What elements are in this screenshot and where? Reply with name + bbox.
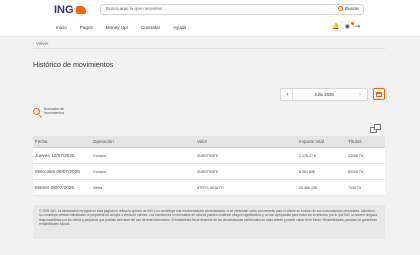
cell-operation: Compra <box>93 170 106 174</box>
col-titulos[interactable]: Títulos <box>348 139 362 144</box>
nav-item-pagos[interactable]: Pagos <box>80 25 93 30</box>
nav-item-ayuda[interactable]: Ayuda <box>173 25 186 30</box>
logo-text: ING <box>54 4 74 16</box>
cell-amount: 6.361,89€ <box>299 170 315 174</box>
cell-amount: 28.466,13€ <box>299 186 317 190</box>
col-operacion[interactable]: Operación <box>93 139 114 144</box>
next-month-button[interactable]: › <box>355 90 365 100</box>
search-icon <box>33 107 40 115</box>
search-button[interactable]: Buscar <box>337 6 359 11</box>
cell-date: Miércoles 09/07/2025 <box>35 169 80 174</box>
month-selector: ‹ Julio 2025 › <box>280 88 368 101</box>
prev-month-button[interactable]: ‹ <box>283 90 293 100</box>
search-bar[interactable]: Busca aquí lo que necesites Buscar <box>100 4 364 15</box>
cell-operation: Compra <box>93 154 106 158</box>
legal-disclaimer: © 2025 ING. La información recogida en e… <box>33 205 385 239</box>
cell-value: ATRYS HEALTH <box>197 186 224 190</box>
col-fecha[interactable]: Fecha <box>35 139 48 144</box>
cell-value: SUBSTRATE <box>197 170 219 174</box>
cell-titles: 60005 Tít <box>348 170 364 174</box>
header-icons: 🔔 ◉ ⇥ <box>332 24 360 30</box>
user-icon[interactable]: ◉ <box>345 24 350 30</box>
movement-search-label: Buscador de movimientos <box>44 107 65 116</box>
page-title: Histórico de movimientos <box>33 60 114 69</box>
movements-table: Fecha Operación Valor Importe total Títu… <box>33 136 385 196</box>
calendar-button[interactable] <box>373 88 385 100</box>
cell-date: Jueves 10/07/2025 <box>35 153 75 158</box>
nav-item-contratar[interactable]: Contratar <box>141 25 160 30</box>
cell-titles: 7000 Tít <box>348 186 362 190</box>
nav-item-inicio[interactable]: Inicio <box>56 25 67 30</box>
logout-icon[interactable]: ⇥ <box>355 24 360 30</box>
top-header: ING Busca aquí lo que necesites Buscar I… <box>0 0 420 37</box>
bell-icon[interactable]: 🔔 <box>332 24 339 30</box>
table-row[interactable]: Martes 08/07/2025 Venta ATRYS HEALTH 28.… <box>33 180 385 196</box>
cell-value: SUBSTRATE <box>197 154 219 158</box>
cell-titles: 13066 Tít <box>348 154 364 158</box>
cell-amount: 1.176,27 € <box>299 154 316 158</box>
calendar-icon <box>376 92 382 97</box>
back-link[interactable]: ‹ Volver <box>33 41 49 46</box>
export-button[interactable] <box>370 124 382 134</box>
chevron-left-icon: ‹ <box>33 41 35 46</box>
ing-logo[interactable]: ING <box>54 4 86 16</box>
nav-item-money-up[interactable]: Money Up! <box>106 25 128 30</box>
main-nav: Inicio Pagos Money Up! Contratar Ayuda <box>56 25 186 30</box>
search-input[interactable]: Busca aquí lo que necesites <box>106 6 162 11</box>
search-button-label: Buscar <box>344 6 359 11</box>
lion-icon <box>75 6 86 14</box>
col-importe[interactable]: Importe total <box>299 139 324 144</box>
cell-date: Martes 08/07/2025 <box>35 185 75 190</box>
divider <box>33 48 385 49</box>
back-label: Volver <box>35 41 49 46</box>
search-icon <box>337 6 343 11</box>
table-header: Fecha Operación Valor Importe total Títu… <box>33 136 385 148</box>
table-row[interactable]: Miércoles 09/07/2025 Compra SUBSTRATE 6.… <box>33 164 385 180</box>
movement-search[interactable]: Buscador de movimientos <box>33 107 68 116</box>
cell-operation: Venta <box>93 186 103 190</box>
disclaimer-text: © 2025 ING. La información recogida en e… <box>39 209 378 226</box>
month-label: Julio 2025 <box>314 92 334 97</box>
document-icon <box>374 124 381 130</box>
col-valor[interactable]: Valor <box>197 139 207 144</box>
table-row[interactable]: Jueves 10/07/2025 Compra SUBSTRATE 1.176… <box>33 148 385 164</box>
